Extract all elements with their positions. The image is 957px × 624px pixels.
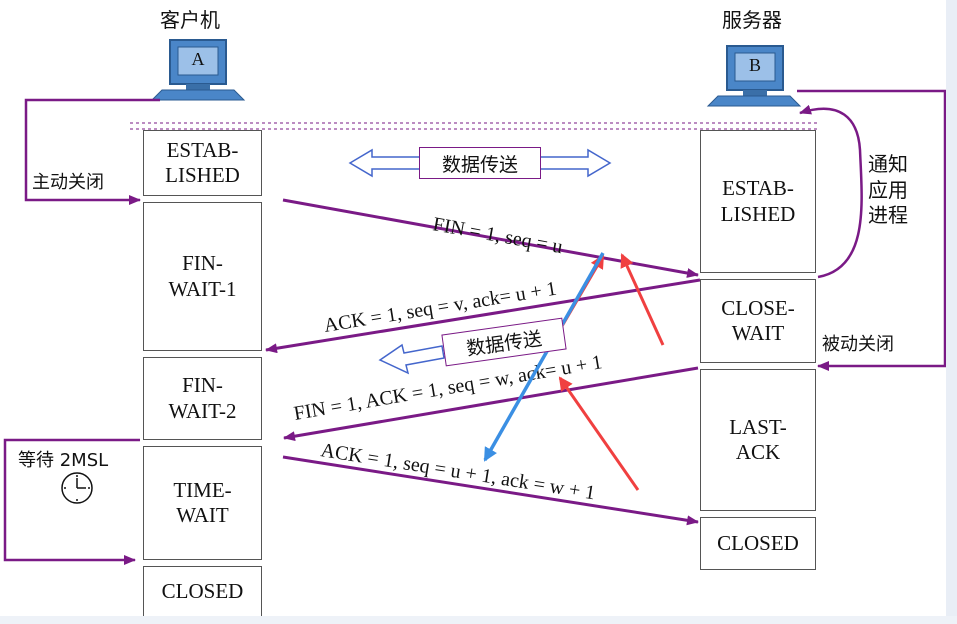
scrollbar-track[interactable] [946,0,957,624]
msg-final-ack: ACK = 1, seq = u + 1, ack = w + 1 [319,439,597,504]
tcp-four-way-handshake-diagram: FIN = 1, seq = u ACK = 1, seq = v, ack= … [0,0,957,624]
active-close-label: 主动关闭 [32,172,104,193]
msg-fin: FIN = 1, seq = u [431,213,564,258]
client-state-fin-wait-1: FIN- WAIT-1 [143,202,262,351]
bottom-strip [0,616,957,624]
red-arrow-3 [558,376,640,491]
server-state-established: ESTAB- LISHED [700,130,816,273]
notify-app-line-2: 应用 [868,177,908,202]
client-label: A [191,49,205,69]
data-transfer-left-arrow [378,343,445,375]
passive-close-label: 被动关闭 [822,334,894,355]
client-state-closed: CLOSED [143,566,262,617]
server-state-close-wait: CLOSE- WAIT [700,279,816,363]
server-label: B [748,55,761,75]
notify-app-line-1: 通知 [868,152,908,176]
server-state-closed: CLOSED [700,517,816,570]
client-state-established: ESTAB- LISHED [143,130,262,196]
notify-app-line-3: 进程 [868,203,908,228]
server-state-last-ack: LAST- ACK [700,369,816,511]
client-state-time-wait: TIME- WAIT [143,446,262,560]
wait-2msl-label: 等待 2MSL [18,450,109,471]
notify-app-label: 通知 应用 进程 [868,152,908,229]
client-state-fin-wait-2: FIN- WAIT-2 [143,357,262,440]
data-transfer-label-top: 数据传送 [419,147,541,179]
client-title: 客户机 [160,8,220,32]
server-title: 服务器 [722,8,782,32]
clock-icon [61,472,93,504]
